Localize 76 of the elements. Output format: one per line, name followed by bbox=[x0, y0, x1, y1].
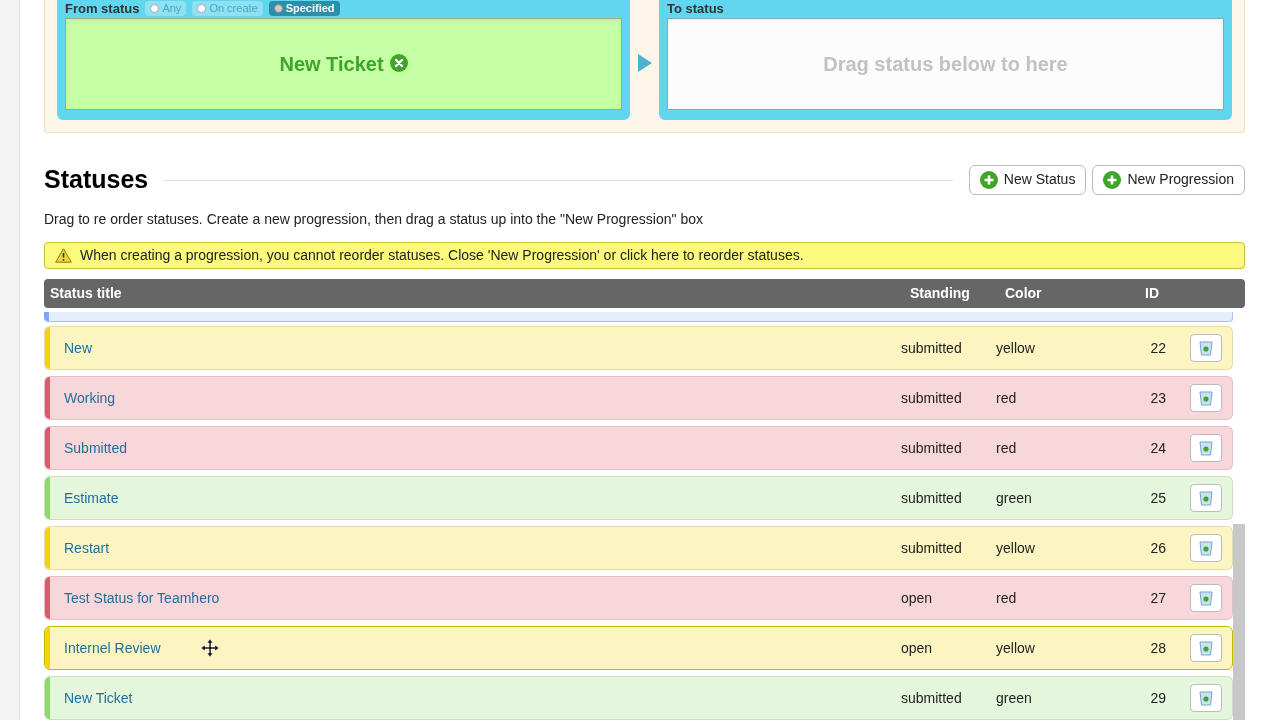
radio-option[interactable]: Specified bbox=[268, 0, 340, 16]
table-row[interactable]: Working submitted red 23 bbox=[44, 376, 1233, 420]
delete-button[interactable] bbox=[1190, 684, 1222, 712]
table-cell-text: 26 bbox=[1149, 538, 1166, 558]
instructions-text: Drag to re order statuses. Create a new progression, then drag a status up into the "New Progression" box bbox=[44, 209, 704, 229]
column-header[interactable]: ID bbox=[1145, 283, 1245, 305]
table-cell-text: submitted bbox=[901, 438, 963, 458]
table-cell-text: submitted bbox=[901, 388, 963, 408]
table-row[interactable]: Submitted submitted red 24 bbox=[44, 426, 1233, 470]
trash-icon bbox=[1199, 640, 1213, 656]
table-cell-text: yellow bbox=[996, 338, 1036, 358]
table-cell-text: submitted bbox=[901, 488, 963, 508]
trash-icon bbox=[1199, 540, 1213, 556]
trash-icon bbox=[1199, 590, 1213, 606]
table-row[interactable]: New submitted yellow 22 bbox=[44, 326, 1233, 370]
status-link[interactable]: Restart bbox=[64, 537, 110, 559]
delete-button[interactable] bbox=[1190, 434, 1222, 462]
trash-icon bbox=[1199, 490, 1213, 506]
trash-icon bbox=[1199, 340, 1213, 356]
trash-icon bbox=[1199, 690, 1213, 706]
table-cell-text: red bbox=[996, 438, 1018, 458]
column-header[interactable]: Color bbox=[1005, 283, 1145, 305]
status-link[interactable]: Internel Review bbox=[64, 637, 161, 659]
table-cell-text: red bbox=[996, 388, 1018, 408]
status-link[interactable]: New Ticket bbox=[64, 687, 133, 709]
add-button[interactable]: New Progression bbox=[1092, 164, 1245, 195]
status-link[interactable]: Working bbox=[64, 387, 116, 409]
status-chip-text: New Ticket bbox=[279, 52, 384, 77]
status-link[interactable]: Test Status for Teamhero bbox=[64, 587, 220, 609]
delete-button[interactable] bbox=[1190, 534, 1222, 562]
warning-banner[interactable]: When creating a progression, you cannot reorder statuses. Close 'New Progression' or click here to reorder statuses. bbox=[44, 241, 1245, 270]
table-cell-text: 29 bbox=[1149, 688, 1166, 708]
delete-button[interactable] bbox=[1190, 484, 1222, 512]
move-cursor-icon bbox=[200, 639, 219, 657]
status-link[interactable]: New bbox=[64, 337, 92, 359]
table-cell-text: 28 bbox=[1149, 638, 1166, 658]
table-row[interactable]: Internel Review open yellow 28 bbox=[44, 626, 1233, 670]
table-cell-text: green bbox=[996, 488, 1033, 508]
table-row[interactable]: Restart submitted yellow 26 bbox=[44, 526, 1233, 570]
status-link[interactable]: Submitted bbox=[64, 437, 128, 459]
table-cell-text: 22 bbox=[1149, 338, 1166, 358]
section-title: Statuses bbox=[44, 164, 149, 195]
status-link[interactable]: Estimate bbox=[64, 487, 119, 509]
table-row[interactable]: Test Status for Teamhero open red 27 bbox=[44, 576, 1233, 620]
table-row[interactable]: New Ticket submitted green 29 bbox=[44, 676, 1233, 720]
trash-icon bbox=[1199, 440, 1213, 456]
delete-button[interactable] bbox=[1190, 384, 1222, 412]
table-cell-text: submitted bbox=[901, 338, 963, 358]
scrollbar[interactable] bbox=[1233, 524, 1245, 720]
table-cell-text: 27 bbox=[1149, 588, 1166, 608]
delete-button[interactable] bbox=[1190, 584, 1222, 612]
trash-icon bbox=[1199, 390, 1213, 406]
table-cell-text: red bbox=[996, 588, 1018, 608]
panel-label: To status bbox=[667, 1, 724, 15]
column-header[interactable]: Status title bbox=[44, 283, 910, 305]
table-cell-text: open bbox=[901, 588, 934, 608]
arrow-icon bbox=[637, 54, 652, 72]
panel-label: From status bbox=[65, 1, 140, 15]
table-cell-text: green bbox=[996, 688, 1033, 708]
warning-icon bbox=[55, 247, 72, 263]
plus-icon bbox=[1103, 170, 1122, 189]
table-cell-text: open bbox=[901, 638, 934, 658]
add-button[interactable]: New Status bbox=[968, 164, 1087, 195]
column-header[interactable]: Standing bbox=[910, 283, 1005, 305]
delete-button[interactable] bbox=[1190, 334, 1222, 362]
table-cell-text: submitted bbox=[901, 538, 963, 558]
table-cell-text: 24 bbox=[1149, 438, 1166, 458]
table-cell-text: 23 bbox=[1149, 388, 1166, 408]
plus-icon bbox=[979, 170, 998, 189]
delete-button[interactable] bbox=[1190, 634, 1222, 662]
table-cell-text: submitted bbox=[901, 688, 963, 708]
table-row[interactable]: Estimate submitted green 25 bbox=[44, 476, 1233, 520]
table-cell-text: yellow bbox=[996, 538, 1036, 558]
table-cell-text: yellow bbox=[996, 638, 1036, 658]
table-cell-text: 25 bbox=[1149, 488, 1166, 508]
remove-icon[interactable] bbox=[389, 54, 408, 72]
